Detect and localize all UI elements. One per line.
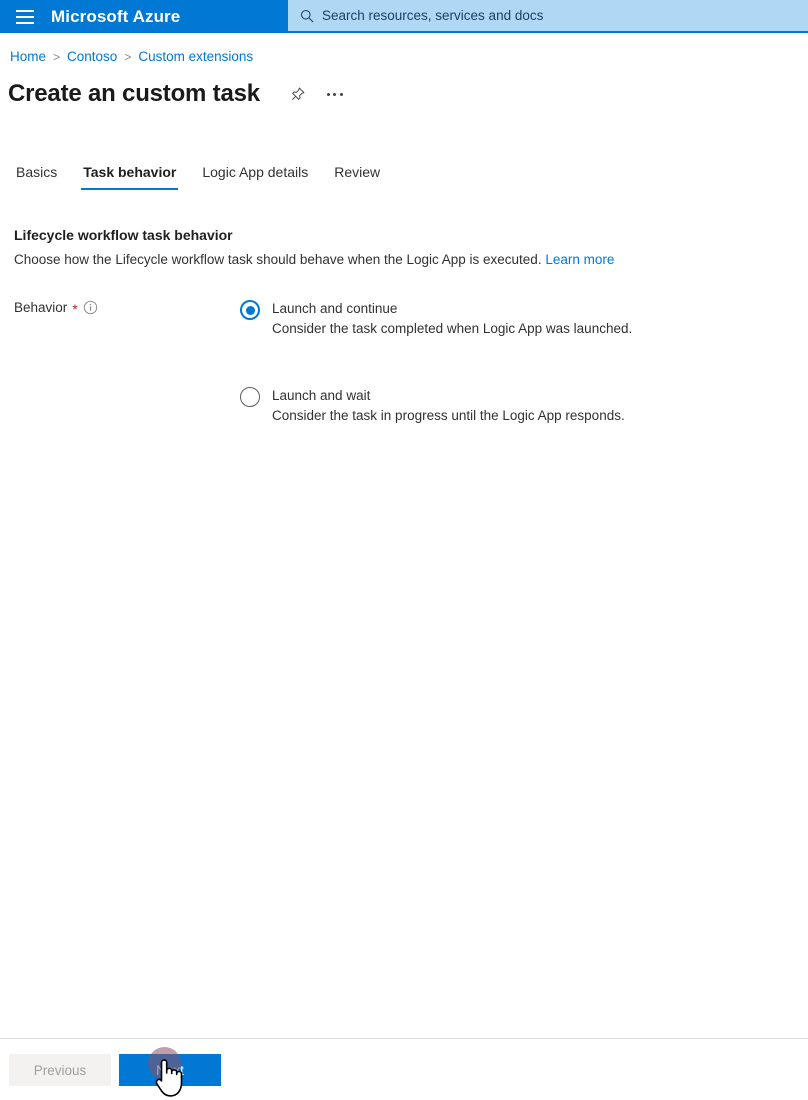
- info-icon[interactable]: [83, 300, 98, 315]
- tab-task-behavior[interactable]: Task behavior: [75, 163, 184, 190]
- wizard-tabs: Basics Task behavior Logic App details R…: [8, 158, 388, 190]
- page-title-row: Create an custom task: [8, 80, 348, 108]
- search-icon: [300, 9, 314, 23]
- breadcrumb-separator: >: [53, 49, 61, 64]
- breadcrumb-item-home[interactable]: Home: [10, 49, 46, 64]
- azure-portal-page: Microsoft Azure Search resources, servic…: [0, 0, 808, 1100]
- breadcrumb-separator: >: [124, 49, 132, 64]
- tab-basics[interactable]: Basics: [8, 163, 65, 190]
- ellipsis-icon[interactable]: [322, 81, 348, 107]
- next-button[interactable]: Next: [119, 1054, 221, 1086]
- tab-logic-app-details[interactable]: Logic App details: [194, 163, 316, 190]
- section-heading: Lifecycle workflow task behavior: [14, 227, 233, 243]
- radio-option-title: Launch and continue: [272, 301, 398, 316]
- behavior-field-label: Behavior *: [14, 300, 98, 317]
- radio-option-launch-and-continue[interactable]: Launch and continue Consider the task co…: [240, 299, 632, 339]
- previous-button[interactable]: Previous: [9, 1054, 111, 1086]
- section-description: Choose how the Lifecycle workflow task s…: [14, 252, 614, 267]
- section-description-text: Choose how the Lifecycle workflow task s…: [14, 252, 542, 267]
- tab-review[interactable]: Review: [326, 163, 388, 190]
- radio-mark-selected[interactable]: [240, 300, 260, 320]
- radio-option-texts: Launch and wait Consider the task in pro…: [272, 386, 625, 426]
- radio-mark-unselected[interactable]: [240, 387, 260, 407]
- search-input[interactable]: Search resources, services and docs: [288, 0, 808, 31]
- page-title: Create an custom task: [8, 80, 260, 107]
- azure-brand-label[interactable]: Microsoft Azure: [51, 7, 180, 27]
- hamburger-icon[interactable]: [0, 0, 50, 33]
- breadcrumb-item-custom-extensions[interactable]: Custom extensions: [138, 49, 253, 64]
- search-placeholder-text: Search resources, services and docs: [322, 8, 544, 23]
- breadcrumb: Home > Contoso > Custom extensions: [10, 49, 253, 64]
- radio-option-title: Launch and wait: [272, 388, 371, 403]
- radio-option-texts: Launch and continue Consider the task co…: [272, 299, 632, 339]
- radio-option-description: Consider the task completed when Logic A…: [272, 321, 633, 336]
- breadcrumb-item-contoso[interactable]: Contoso: [67, 49, 117, 64]
- behavior-label-text: Behavior: [14, 300, 68, 315]
- required-asterisk: *: [72, 300, 78, 317]
- radio-option-description: Consider the task in progress until the …: [272, 408, 625, 423]
- wizard-footer: Previous Next: [0, 1039, 808, 1100]
- behavior-radio-group: Launch and continue Consider the task co…: [240, 299, 632, 426]
- radio-option-launch-and-wait[interactable]: Launch and wait Consider the task in pro…: [240, 386, 632, 426]
- pin-icon[interactable]: [285, 81, 311, 107]
- learn-more-link[interactable]: Learn more: [545, 252, 614, 267]
